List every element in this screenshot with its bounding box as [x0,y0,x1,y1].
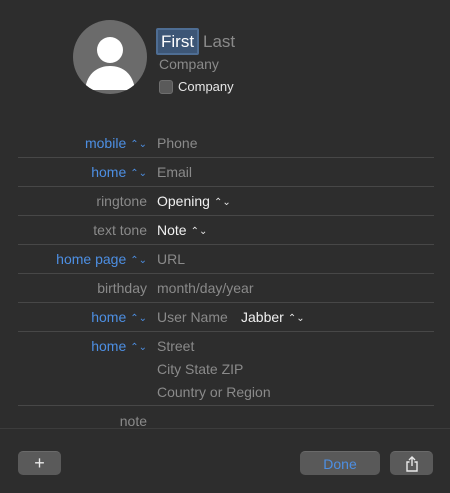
phone-input[interactable]: Phone [157,134,197,152]
company-checkbox-label: Company [178,79,234,94]
instant-message-row: home ⌃⌄ User Name Jabber ⌃⌄ [18,302,434,332]
checkbox-box[interactable] [159,79,173,94]
im-label-popup[interactable]: home ⌃⌄ [91,308,147,328]
add-field-button[interactable]: + [18,451,61,475]
address-label-popup[interactable]: home ⌃⌄ [91,337,147,357]
country-input[interactable]: Country or Region [157,383,271,401]
ringtone-row: ringtone Opening ⌃⌄ [18,186,434,216]
updown-chevron-icon: ⌃⌄ [130,139,147,150]
url-row: home page ⌃⌄ URL [18,244,434,274]
last-name-field[interactable]: Last [203,30,235,53]
updown-chevron-icon: ⌃⌄ [130,313,147,324]
updown-chevron-icon: ⌃⌄ [190,226,208,237]
updown-chevron-icon: ⌃⌄ [130,342,147,353]
url-label-popup[interactable]: home page ⌃⌄ [56,250,147,270]
text-tone-row: text tone Note ⌃⌄ [18,215,434,245]
email-label-popup[interactable]: home ⌃⌄ [91,163,147,183]
email-input[interactable]: Email [157,163,192,181]
im-service-popup[interactable]: Jabber ⌃⌄ [241,308,305,328]
contact-editor-window: First Last Company Company mobile ⌃⌄ Phon… [0,0,450,493]
city-state-zip-input[interactable]: City State ZIP [157,360,243,378]
person-icon [85,37,135,90]
share-button[interactable] [390,451,433,475]
text-tone-popup[interactable]: Note ⌃⌄ [157,221,207,241]
first-name-field[interactable]: First [156,28,200,55]
phone-label-popup[interactable]: mobile ⌃⌄ [85,134,147,154]
text-tone-label: text tone [93,222,147,238]
updown-chevron-icon: ⌃⌄ [287,313,305,324]
updown-chevron-icon: ⌃⌄ [130,255,147,266]
street-input[interactable]: Street [157,337,194,355]
birthday-input[interactable]: month/day/year [157,279,254,297]
bottom-divider [0,428,450,429]
company-field[interactable]: Company [159,55,219,73]
url-input[interactable]: URL [157,250,185,268]
avatar[interactable] [73,20,147,94]
updown-chevron-icon: ⌃⌄ [130,168,147,179]
note-row: note [18,406,434,435]
ringtone-popup[interactable]: Opening ⌃⌄ [157,192,231,212]
share-icon [405,455,418,472]
address-row: home ⌃⌄ Street City State ZIP Country or … [18,331,434,406]
ringtone-label: ringtone [96,193,147,209]
done-button[interactable]: Done [300,451,380,475]
phone-row: mobile ⌃⌄ Phone [18,128,434,158]
email-row: home ⌃⌄ Email [18,157,434,187]
updown-chevron-icon: ⌃⌄ [213,197,231,208]
birthday-row: birthday month/day/year [18,273,434,303]
username-input[interactable]: User Name [157,308,228,326]
company-checkbox[interactable]: Company [159,79,234,94]
birthday-label: birthday [97,280,147,296]
